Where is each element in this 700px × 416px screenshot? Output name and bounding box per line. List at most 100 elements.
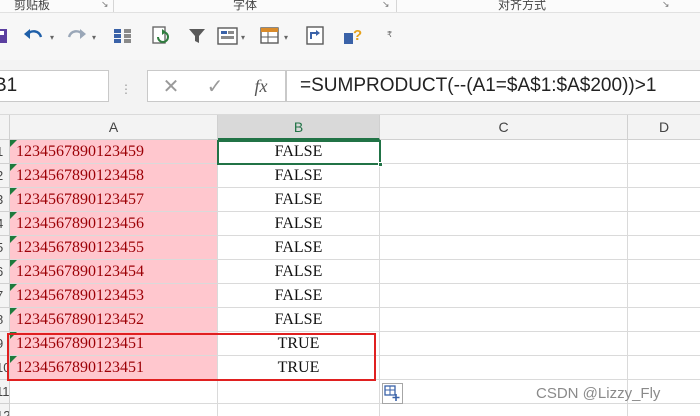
table-icon[interactable] bbox=[258, 23, 282, 49]
cell-d12[interactable] bbox=[628, 404, 700, 416]
help-icon[interactable]: ? bbox=[341, 23, 365, 49]
form-dropdown-icon[interactable]: ▾ bbox=[241, 33, 245, 42]
cell-d4[interactable] bbox=[628, 212, 700, 236]
undo-icon[interactable] bbox=[22, 23, 46, 49]
cell-d1[interactable] bbox=[628, 140, 700, 164]
cell-d6[interactable] bbox=[628, 260, 700, 284]
cell-d5[interactable] bbox=[628, 236, 700, 260]
cell-a6[interactable]: 1234567890123454 bbox=[10, 260, 218, 284]
column-header-c[interactable]: C bbox=[380, 115, 628, 140]
cell-c12[interactable] bbox=[380, 404, 628, 416]
row-header[interactable]: 10 bbox=[0, 356, 10, 380]
redo-dropdown-icon[interactable]: ▾ bbox=[92, 33, 96, 42]
cell-c7[interactable] bbox=[380, 284, 628, 308]
cell-b11[interactable] bbox=[218, 380, 380, 404]
cell-d9[interactable] bbox=[628, 332, 700, 356]
redo-icon[interactable] bbox=[64, 23, 88, 49]
cell-c3[interactable] bbox=[380, 188, 628, 212]
cell-d8[interactable] bbox=[628, 308, 700, 332]
cell-c10[interactable] bbox=[380, 356, 628, 380]
cancel-icon[interactable]: ✕ bbox=[158, 74, 184, 98]
cell-c5[interactable] bbox=[380, 236, 628, 260]
text-number-warning-icon bbox=[10, 260, 17, 267]
formula-bar-grip-icon[interactable]: ⋮ bbox=[120, 82, 132, 96]
name-box[interactable]: B1 bbox=[0, 70, 109, 102]
alignment-launcher-icon[interactable]: ↘ bbox=[662, 0, 670, 10]
cell-a11[interactable] bbox=[10, 380, 218, 404]
column-header-a[interactable]: A bbox=[10, 115, 218, 140]
cell-c1[interactable] bbox=[380, 140, 628, 164]
more-icon[interactable]: ₹ bbox=[387, 30, 392, 39]
row-header[interactable]: 11 bbox=[0, 380, 10, 404]
form-icon[interactable] bbox=[216, 23, 240, 49]
cell-b9[interactable]: TRUE bbox=[218, 332, 380, 356]
cell-a10[interactable]: 1234567890123451 bbox=[10, 356, 218, 380]
pivot-icon[interactable] bbox=[303, 23, 327, 49]
cell-c2[interactable] bbox=[380, 164, 628, 188]
svg-text:?: ? bbox=[353, 27, 362, 44]
cell-c8[interactable] bbox=[380, 308, 628, 332]
column-header-d[interactable]: D bbox=[628, 115, 700, 140]
cell-a5[interactable]: 1234567890123455 bbox=[10, 236, 218, 260]
cell-d10[interactable] bbox=[628, 356, 700, 380]
cell-a1[interactable]: 1234567890123459 bbox=[10, 140, 218, 164]
cell-b3[interactable]: FALSE bbox=[218, 188, 380, 212]
font-launcher-icon[interactable]: ↘ bbox=[382, 0, 390, 10]
cell-c9[interactable] bbox=[380, 332, 628, 356]
undo-dropdown-icon[interactable]: ▾ bbox=[50, 33, 54, 42]
text-number-warning-icon bbox=[10, 308, 17, 315]
filter-icon[interactable] bbox=[185, 23, 209, 49]
cell-d3[interactable] bbox=[628, 188, 700, 212]
table-row: 2 1234567890123458 FALSE bbox=[0, 164, 700, 188]
fill-handle[interactable] bbox=[378, 162, 383, 167]
name-box-value: B1 bbox=[0, 75, 18, 96]
select-all-corner[interactable] bbox=[0, 115, 10, 140]
quick-access-toolbar: ▾ ▾ ▾ ▾ ? ₹ bbox=[0, 13, 700, 60]
row-header[interactable]: 12 bbox=[0, 404, 10, 416]
row-header[interactable]: 1 bbox=[0, 140, 10, 164]
cell-a8[interactable]: 1234567890123452 bbox=[10, 308, 218, 332]
table-dropdown-icon[interactable]: ▾ bbox=[284, 33, 288, 42]
cell-d2[interactable] bbox=[628, 164, 700, 188]
formula-input[interactable]: =SUMPRODUCT(--(A1=$A$1:$A$200))>1 bbox=[286, 70, 700, 102]
save-icon[interactable] bbox=[0, 23, 8, 49]
cell-b5[interactable]: FALSE bbox=[218, 236, 380, 260]
row-header[interactable]: 4 bbox=[0, 212, 10, 236]
worksheet-grid: 1 1234567890123459 FALSE 2 1234567890123… bbox=[0, 140, 700, 416]
row-header[interactable]: 8 bbox=[0, 308, 10, 332]
cell-b2[interactable]: FALSE bbox=[218, 164, 380, 188]
cell-c6[interactable] bbox=[380, 260, 628, 284]
insert-function-icon[interactable]: fx bbox=[248, 75, 274, 97]
row-header[interactable]: 7 bbox=[0, 284, 10, 308]
cell-b1[interactable]: FALSE bbox=[218, 140, 380, 164]
watermark: CSDN @Lizzy_Fly bbox=[536, 385, 661, 402]
cell-a4[interactable]: 1234567890123456 bbox=[10, 212, 218, 236]
cell-b7[interactable]: FALSE bbox=[218, 284, 380, 308]
cell-b4[interactable]: FALSE bbox=[218, 212, 380, 236]
confirm-icon[interactable]: ✓ bbox=[202, 74, 228, 98]
table-row: 8 1234567890123452 FALSE bbox=[0, 308, 700, 332]
row-header[interactable]: 5 bbox=[0, 236, 10, 260]
row-header[interactable]: 2 bbox=[0, 164, 10, 188]
text-number-warning-icon bbox=[10, 164, 17, 171]
cell-b10[interactable]: TRUE bbox=[218, 356, 380, 380]
cell-c4[interactable] bbox=[380, 212, 628, 236]
row-header[interactable]: 6 bbox=[0, 260, 10, 284]
cell-a2[interactable]: 1234567890123458 bbox=[10, 164, 218, 188]
cell-a9[interactable]: 1234567890123451 bbox=[10, 332, 218, 356]
cell-a3[interactable]: 1234567890123457 bbox=[10, 188, 218, 212]
row-header[interactable]: 9 bbox=[0, 332, 10, 356]
column-header-b[interactable]: B bbox=[218, 115, 380, 140]
cell-d7[interactable] bbox=[628, 284, 700, 308]
paste-options-icon[interactable] bbox=[382, 383, 403, 404]
cell-b12[interactable] bbox=[218, 404, 380, 416]
cell-b6[interactable]: FALSE bbox=[218, 260, 380, 284]
clipboard-launcher-icon[interactable]: ↘ bbox=[101, 0, 109, 10]
sort-icon[interactable] bbox=[111, 23, 135, 49]
cell-b8[interactable]: FALSE bbox=[218, 308, 380, 332]
cell-a12[interactable] bbox=[10, 404, 218, 416]
cell-a7[interactable]: 1234567890123453 bbox=[10, 284, 218, 308]
refresh-icon[interactable] bbox=[148, 23, 172, 49]
column-headers: A B C D bbox=[0, 115, 700, 140]
row-header[interactable]: 3 bbox=[0, 188, 10, 212]
